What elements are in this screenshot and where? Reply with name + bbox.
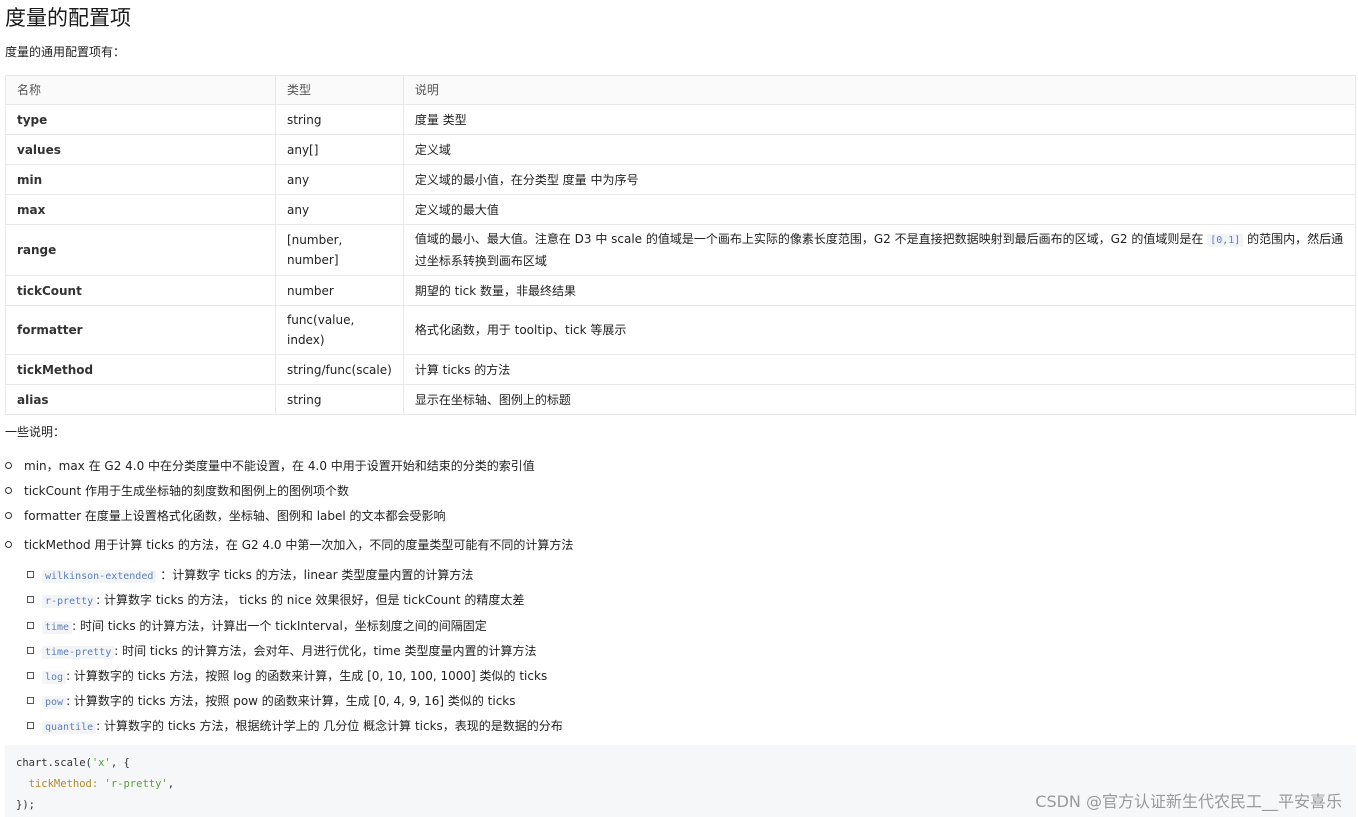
list-item-text: min，max 在 G2 4.0 中在分类度量中不能设置，在 4.0 中用于设置… — [24, 459, 535, 473]
sub-list-item-text: : 计算数字 ticks 的方法， ticks 的 nice 效果很好，但是 t… — [96, 593, 525, 607]
cell-desc: 定义域的最大值 — [402, 194, 1357, 225]
code-string: 'x' — [91, 757, 111, 769]
cell-desc: 定义域的最小值，在分类型 度量 中为序号 — [402, 164, 1357, 195]
list-item: min，max 在 G2 4.0 中在分类度量中不能设置，在 4.0 中用于设置… — [5, 457, 535, 475]
table-row: range [number, number] 值域的最小、最大值。注意在 D3 … — [5, 224, 1357, 276]
cell-type: string — [275, 384, 404, 415]
cell-desc: 显示在坐标轴、图例上的标题 — [402, 384, 1357, 415]
sub-list-item: time: 时间 ticks 的计算方法，计算出一个 tickInterval，… — [27, 617, 487, 637]
code-key: tickMethod: — [16, 778, 99, 790]
bullet-icon — [5, 462, 12, 469]
notes-title: 一些说明： — [5, 425, 66, 439]
sub-list-item-text: : 计算数字的 ticks 方法，根据统计学上的 几分位 概念计算 ticks，… — [96, 719, 563, 733]
cell-name: type — [5, 104, 276, 135]
table-header-row: 名称 类型 说明 — [5, 75, 1357, 105]
cell-desc: 定义域 — [402, 134, 1357, 165]
inline-code: r-pretty — [42, 595, 97, 608]
cell-name: min — [5, 164, 276, 195]
cell-name: formatter — [5, 305, 276, 355]
cell-name: max — [5, 194, 276, 225]
inline-code: log — [42, 671, 67, 684]
cell-type: any[] — [275, 134, 404, 165]
section-title: 度量的配置项 — [5, 6, 131, 30]
sub-list-item: time-pretty: 时间 ticks 的计算方法，会对年、月进行优化，ti… — [27, 642, 537, 662]
cell-name: values — [5, 134, 276, 165]
square-bullet-icon — [27, 722, 34, 729]
inline-code: time — [42, 621, 73, 634]
table-row: tickMethod string/func(scale) 计算 ticks 的… — [5, 354, 1357, 385]
list-item-text: tickCount 作用于生成坐标轴的刻度数和图例上的图例项个数 — [24, 484, 350, 498]
list-item: formatter 在度量上设置格式化函数，坐标轴、图例和 label 的文本都… — [5, 507, 446, 525]
square-bullet-icon — [27, 596, 34, 603]
table-row: values any[] 定义域 — [5, 134, 1357, 165]
inline-code: time-pretty — [42, 646, 115, 659]
square-bullet-icon — [27, 672, 34, 679]
inline-code: [0,1] — [1207, 234, 1244, 247]
cell-type: func(value, index) — [275, 305, 404, 355]
code-line: tickMethod: 'r-pretty', — [16, 778, 174, 790]
code-line: chart.scale('x', { — [16, 757, 130, 769]
list-item-text: formatter 在度量上设置格式化函数，坐标轴、图例和 label 的文本都… — [24, 509, 446, 523]
cell-desc: 计算 ticks 的方法 — [402, 354, 1357, 385]
table-row: max any 定义域的最大值 — [5, 194, 1357, 225]
cell-desc: 度量 类型 — [402, 104, 1357, 135]
table-row: formatter func(value, index) 格式化函数，用于 to… — [5, 305, 1357, 355]
square-bullet-icon — [27, 697, 34, 704]
cell-type: any — [275, 194, 404, 225]
desc-part: 值域的最小、最大值。注意在 D3 中 scale 的值域是一个画布上实际的像素长… — [414, 232, 1208, 246]
code-token: chart.scale( — [16, 757, 92, 769]
sub-list-item: pow: 计算数字的 ticks 方法，按照 pow 的函数来计算，生成 [0,… — [27, 692, 516, 712]
cell-type: [number, number] — [275, 224, 404, 276]
sub-list-item-text: : 时间 ticks 的计算方法，计算出一个 tickInterval，坐标刻度… — [72, 619, 487, 633]
sub-list-item: wilkinson-extended ：计算数字 ticks 的方法，linea… — [27, 566, 473, 586]
cell-desc: 格式化函数，用于 tooltip、tick 等展示 — [402, 305, 1357, 355]
table-row: alias string 显示在坐标轴、图例上的标题 — [5, 384, 1357, 415]
list-item: tickMethod 用于计算 ticks 的方法，在 G2 4.0 中第一次加… — [5, 536, 573, 554]
cell-type: number — [275, 275, 404, 306]
cell-name: range — [5, 224, 276, 276]
sub-list-item: quantile: 计算数字的 ticks 方法，根据统计学上的 几分位 概念计… — [27, 717, 563, 737]
header-name: 名称 — [5, 75, 276, 105]
table-row: type string 度量 类型 — [5, 104, 1357, 135]
sub-list-item-text: ：计算数字 ticks 的方法，linear 类型度量内置的计算方法 — [156, 568, 474, 582]
list-item: tickCount 作用于生成坐标轴的刻度数和图例上的图例项个数 — [5, 482, 349, 500]
code-string: 'r-pretty' — [98, 778, 168, 790]
inline-code: wilkinson-extended — [42, 570, 157, 583]
cell-type: any — [275, 164, 404, 195]
sub-list-item-text: : 计算数字的 ticks 方法，按照 log 的函数来计算，生成 [0, 10… — [66, 669, 548, 683]
code-token: , — [167, 778, 175, 790]
watermark: CSDN @官方认证新生代农民工__平安喜乐 — [1035, 792, 1342, 811]
code-token: , { — [110, 757, 130, 769]
bullet-icon — [5, 512, 12, 519]
cell-name: alias — [5, 384, 276, 415]
square-bullet-icon — [27, 622, 34, 629]
bullet-icon — [5, 487, 12, 494]
cell-name: tickMethod — [5, 354, 276, 385]
cell-desc: 期望的 tick 数量，非最终结果 — [402, 275, 1357, 306]
square-bullet-icon — [27, 571, 34, 578]
inline-code: pow — [42, 696, 67, 709]
config-table: 名称 类型 说明 type string 度量 类型 values any[] … — [5, 75, 1357, 415]
square-bullet-icon — [27, 647, 34, 654]
sub-list-item: r-pretty: 计算数字 ticks 的方法， ticks 的 nice 效… — [27, 591, 524, 611]
header-type: 类型 — [275, 75, 404, 105]
cell-desc: 值域的最小、最大值。注意在 D3 中 scale 的值域是一个画布上实际的像素长… — [402, 224, 1357, 276]
sub-list-item: log: 计算数字的 ticks 方法，按照 log 的函数来计算，生成 [0,… — [27, 667, 547, 687]
sub-list-item-text: : 计算数字的 ticks 方法，按照 pow 的函数来计算，生成 [0, 4,… — [66, 694, 516, 708]
cell-type: string/func(scale) — [275, 354, 404, 385]
table-row: min any 定义域的最小值，在分类型 度量 中为序号 — [5, 164, 1357, 195]
header-desc: 说明 — [402, 75, 1357, 105]
cell-type: string — [275, 104, 404, 135]
bullet-icon — [5, 541, 12, 548]
sub-list-item-text: : 时间 ticks 的计算方法，会对年、月进行优化，time 类型度量内置的计… — [114, 644, 537, 658]
table-row: tickCount number 期望的 tick 数量，非最终结果 — [5, 275, 1357, 306]
intro-text: 度量的通用配置项有： — [5, 45, 126, 59]
inline-code: quantile — [42, 721, 97, 734]
code-line: }); — [16, 799, 35, 811]
list-item-text: tickMethod 用于计算 ticks 的方法，在 G2 4.0 中第一次加… — [24, 538, 574, 552]
cell-name: tickCount — [5, 275, 276, 306]
